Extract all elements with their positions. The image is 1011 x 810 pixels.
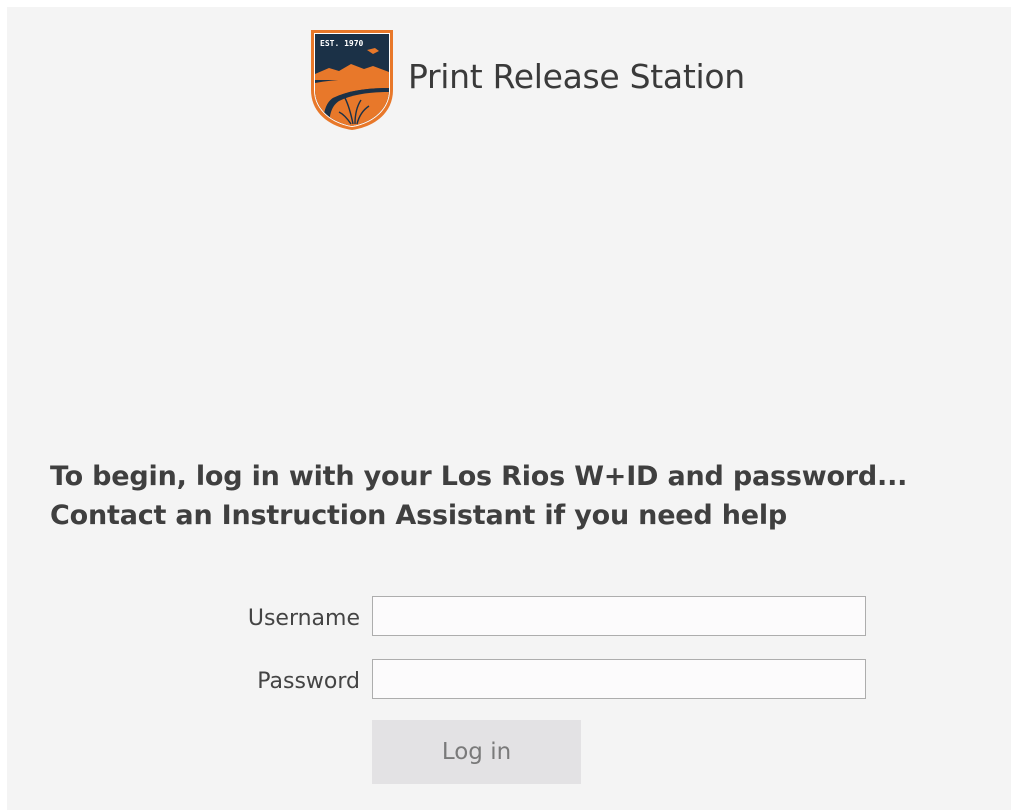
college-logo-icon: EST. 1970	[309, 28, 395, 130]
login-screen: EST. 1970 Print Release Station To begin…	[7, 7, 1011, 810]
logo-text: EST. 1970	[320, 39, 364, 48]
username-input[interactable]	[372, 596, 866, 636]
username-label: Username	[247, 606, 360, 631]
login-button[interactable]: Log in	[372, 720, 581, 784]
app-title: Print Release Station	[408, 57, 745, 96]
password-label: Password	[257, 669, 360, 694]
login-instructions: To begin, log in with your Los Rios W+ID…	[50, 457, 1011, 535]
password-input[interactable]	[372, 659, 866, 699]
instruction-line-1: To begin, log in with your Los Rios W+ID…	[50, 461, 908, 492]
instruction-line-2: Contact an Instruction Assistant if you …	[50, 500, 788, 531]
